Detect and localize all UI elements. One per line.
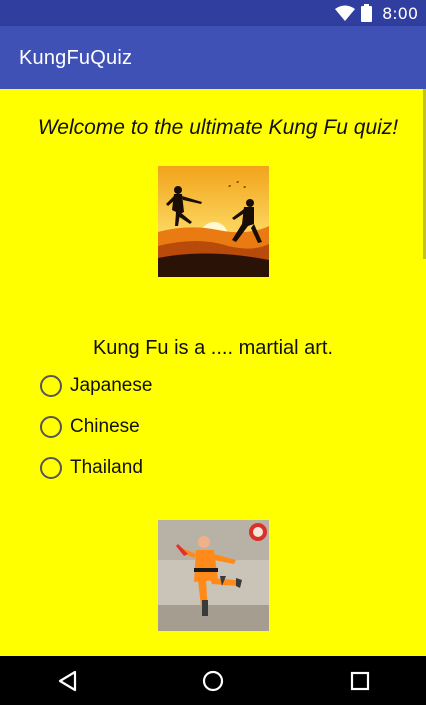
home-icon[interactable]	[200, 668, 226, 694]
recents-icon[interactable]	[347, 668, 373, 694]
status-icons: 8:00	[335, 3, 418, 23]
quiz-content[interactable]: Welcome to the ultimate Kung Fu quiz! Ku…	[0, 89, 426, 656]
option-label: Chinese	[70, 416, 140, 437]
battery-icon	[361, 4, 373, 22]
wifi-icon	[335, 5, 356, 21]
status-bar: 8:00	[0, 0, 426, 26]
radio-icon[interactable]	[40, 375, 62, 397]
radio-icon[interactable]	[40, 416, 62, 438]
option-label: Japanese	[70, 375, 153, 396]
status-time: 8:00	[382, 3, 418, 23]
back-icon[interactable]	[55, 668, 81, 694]
app-title: KungFuQuiz	[19, 47, 133, 69]
option-chinese[interactable]: Chinese	[40, 413, 240, 441]
option-japanese[interactable]: Japanese	[40, 372, 240, 400]
nav-bar	[0, 656, 426, 705]
app-bar: KungFuQuiz	[0, 26, 426, 89]
welcome-text: Welcome to the ultimate Kung Fu quiz!	[37, 116, 399, 139]
question-text: Kung Fu is a .... martial art.	[92, 337, 334, 359]
option-thailand[interactable]: Thailand	[40, 454, 240, 482]
monk-kick-image	[158, 520, 269, 631]
option-label: Thailand	[70, 457, 143, 478]
radio-icon[interactable]	[40, 457, 62, 479]
sunset-fighters-image	[158, 166, 269, 277]
